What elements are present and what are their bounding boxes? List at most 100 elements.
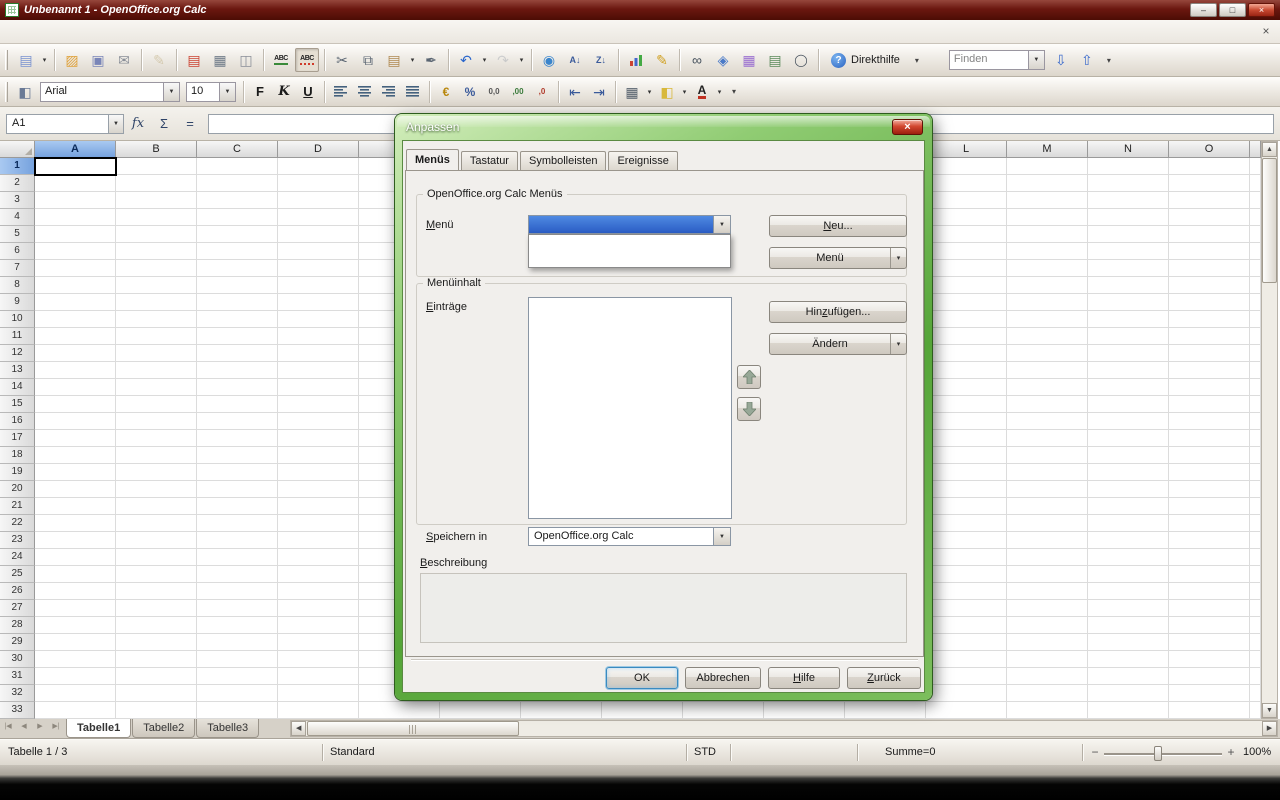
cell-B8[interactable] — [116, 277, 197, 294]
cell-M5[interactable] — [1007, 226, 1088, 243]
cell-C13[interactable] — [197, 362, 278, 379]
cell-A9[interactable] — [35, 294, 116, 311]
cell-L27[interactable] — [926, 600, 1007, 617]
dialog-tab-menüs[interactable]: Menüs — [406, 149, 459, 170]
cell-O4[interactable] — [1169, 209, 1250, 226]
cell-B11[interactable] — [116, 328, 197, 345]
cell-D11[interactable] — [278, 328, 359, 345]
selection-mode[interactable]: STD — [694, 746, 716, 758]
row-header-26[interactable]: 26 — [0, 583, 35, 600]
cell-C3[interactable] — [197, 192, 278, 209]
cell-A10[interactable] — [35, 311, 116, 328]
cell-D4[interactable] — [278, 209, 359, 226]
sum-display[interactable]: Summe=0 — [885, 746, 935, 758]
cell-N7[interactable] — [1088, 260, 1169, 277]
cell-O30[interactable] — [1169, 651, 1250, 668]
cell-B18[interactable] — [116, 447, 197, 464]
cell-M33[interactable] — [1007, 702, 1088, 719]
dialog-close-button[interactable]: × — [892, 119, 923, 135]
cell-A11[interactable] — [35, 328, 116, 345]
add-decimal-button[interactable]: ,00 — [507, 81, 529, 103]
cell-J33[interactable] — [764, 702, 845, 719]
cell-C8[interactable] — [197, 277, 278, 294]
export-pdf-button[interactable]: ▤ — [182, 48, 206, 72]
cell-B23[interactable] — [116, 532, 197, 549]
row-header-16[interactable]: 16 — [0, 413, 35, 430]
underline-button[interactable]: U — [297, 81, 319, 103]
cell-D7[interactable] — [278, 260, 359, 277]
cell-D6[interactable] — [278, 243, 359, 260]
cell-A24[interactable] — [35, 549, 116, 566]
cell-O32[interactable] — [1169, 685, 1250, 702]
cell-L20[interactable] — [926, 481, 1007, 498]
insert-chart-button[interactable] — [624, 48, 648, 72]
cancel-button[interactable]: Abbrechen — [685, 667, 761, 689]
column-header-N[interactable]: N — [1088, 141, 1169, 158]
cell-B10[interactable] — [116, 311, 197, 328]
cell-B19[interactable] — [116, 464, 197, 481]
cell-N14[interactable] — [1088, 379, 1169, 396]
zoom-slider-thumb[interactable] — [1154, 746, 1162, 761]
cell-L3[interactable] — [926, 192, 1007, 209]
cell-O26[interactable] — [1169, 583, 1250, 600]
cell-M16[interactable] — [1007, 413, 1088, 430]
cell-L28[interactable] — [926, 617, 1007, 634]
cell-D1[interactable] — [278, 158, 359, 175]
ok-button[interactable]: OK — [606, 667, 678, 689]
cell-N26[interactable] — [1088, 583, 1169, 600]
paste-button-dropdown-icon[interactable]: ▾ — [407, 48, 418, 72]
cell-M15[interactable] — [1007, 396, 1088, 413]
cell-D21[interactable] — [278, 498, 359, 515]
cell-C2[interactable] — [197, 175, 278, 192]
cell-A27[interactable] — [35, 600, 116, 617]
cell-C25[interactable] — [197, 566, 278, 583]
cell-C17[interactable] — [197, 430, 278, 447]
cell-D2[interactable] — [278, 175, 359, 192]
cell-C22[interactable] — [197, 515, 278, 532]
font-name-combo-dropdown-icon[interactable]: ▼ — [163, 83, 179, 101]
sort-ascending-button[interactable]: A↓ — [563, 48, 587, 72]
cell-C27[interactable] — [197, 600, 278, 617]
cell-A15[interactable] — [35, 396, 116, 413]
cell-O15[interactable] — [1169, 396, 1250, 413]
background-color-button-dropdown-icon[interactable]: ▾ — [679, 80, 690, 104]
previous-sheet-button[interactable]: ◀ — [16, 722, 32, 730]
row-header-9[interactable]: 9 — [0, 294, 35, 311]
align-right-button[interactable] — [378, 81, 400, 103]
dialog-tab-symbolleisten[interactable]: Symbolleisten — [520, 151, 606, 170]
format-paintbrush-button[interactable]: ✒ — [419, 48, 443, 72]
new-document-button-dropdown-icon[interactable]: ▾ — [39, 48, 50, 72]
cell-C20[interactable] — [197, 481, 278, 498]
cell-O13[interactable] — [1169, 362, 1250, 379]
cell-B22[interactable] — [116, 515, 197, 532]
standard-format-button[interactable]: 0,0 — [483, 81, 505, 103]
hyperlink-button[interactable]: ◉ — [537, 48, 561, 72]
cell-N2[interactable] — [1088, 175, 1169, 192]
cell-L29[interactable] — [926, 634, 1007, 651]
open-document-button[interactable]: ▨ — [60, 48, 84, 72]
cell-D10[interactable] — [278, 311, 359, 328]
row-header-25[interactable]: 25 — [0, 566, 35, 583]
cell-B26[interactable] — [116, 583, 197, 600]
cell-L32[interactable] — [926, 685, 1007, 702]
scroll-down-icon[interactable]: ▼ — [1262, 703, 1277, 718]
cell-C19[interactable] — [197, 464, 278, 481]
cell-B1[interactable] — [116, 158, 197, 175]
cell-D27[interactable] — [278, 600, 359, 617]
cell-B32[interactable] — [116, 685, 197, 702]
cell-A18[interactable] — [35, 447, 116, 464]
align-left-button[interactable] — [330, 81, 352, 103]
row-header-24[interactable]: 24 — [0, 549, 35, 566]
cell-O7[interactable] — [1169, 260, 1250, 277]
italic-button[interactable]: K — [273, 81, 295, 103]
cell-D9[interactable] — [278, 294, 359, 311]
cell-N4[interactable] — [1088, 209, 1169, 226]
row-header-32[interactable]: 32 — [0, 685, 35, 702]
row-header-7[interactable]: 7 — [0, 260, 35, 277]
zoom-slider-track[interactable] — [1104, 753, 1222, 755]
row-header-20[interactable]: 20 — [0, 481, 35, 498]
close-button[interactable]: × — [1248, 3, 1275, 17]
cell-O17[interactable] — [1169, 430, 1250, 447]
cell-N6[interactable] — [1088, 243, 1169, 260]
cell-L30[interactable] — [926, 651, 1007, 668]
